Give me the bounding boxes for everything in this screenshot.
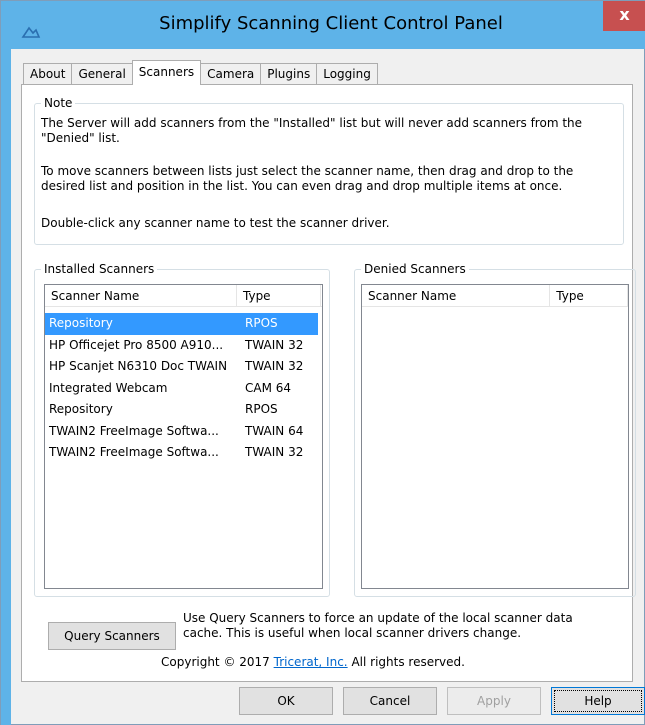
note-text-1: The Server will add scanners from the "I… [41, 116, 583, 145]
denied-scanners-list[interactable]: Scanner Name Type [361, 284, 629, 589]
scanner-name-cell: Integrated Webcam [49, 380, 168, 395]
help-button-label: Help [584, 694, 612, 708]
installed-row[interactable]: Repository RPOS [45, 313, 318, 335]
help-button[interactable]: Help [551, 687, 645, 715]
note-text-2: To move scanners between lists just sele… [41, 164, 574, 193]
apply-button[interactable]: Apply [447, 687, 541, 715]
title-bar[interactable]: Simplify Scanning Client Control Panel x [1, 1, 645, 49]
scanner-type-cell: TWAIN 32 [245, 445, 304, 459]
scanner-name-cell: TWAIN2 FreeImage Softwa... [49, 445, 219, 459]
tab-about[interactable]: About [23, 63, 73, 85]
window-title: Simplify Scanning Client Control Panel [159, 13, 503, 34]
installed-list-header: Scanner Name Type [45, 285, 322, 307]
copyright-text: Copyright © 2017 Tricerat, Inc. All righ… [161, 655, 581, 669]
installed-col-scanner-name[interactable]: Scanner Name [45, 285, 237, 307]
installed-row[interactable]: TWAIN2 FreeImage Softwa... TWAIN 64 [45, 421, 322, 443]
tab-bar: About General Scanners Camera Plugins Lo… [23, 60, 378, 85]
tab-plugins[interactable]: Plugins [260, 63, 318, 85]
installed-col-type[interactable]: Type [237, 285, 321, 307]
denied-scanners-group: Denied Scanners Scanner Name Type [354, 262, 636, 597]
control-panel-window: Simplify Scanning Client Control Panel x… [0, 0, 645, 725]
scanners-tab-panel: Note The Server will add scanners from t… [21, 84, 636, 682]
installed-row[interactable]: Repository RPOS [45, 399, 322, 421]
note-group: Note The Server will add scanners from t… [34, 96, 624, 245]
tab-logging[interactable]: Logging [316, 63, 378, 85]
scanner-type-cell: TWAIN 64 [245, 423, 304, 438]
scanner-name-cell: TWAIN2 FreeImage Softwa... [49, 423, 219, 438]
scanner-name-cell: HP Officejet Pro 8500 A910... [49, 337, 224, 352]
installed-scanners-list[interactable]: Scanner Name Type Repository RPOS HP Off… [44, 284, 323, 589]
installed-row[interactable]: HP Officejet Pro 8500 A910... TWAIN 32 [45, 335, 322, 357]
note-title: Note [41, 96, 76, 110]
note-text-3: Double-click any scanner name to test th… [41, 216, 390, 230]
installed-row[interactable]: HP Scanjet N6310 Doc TWAIN TWAIN 32 [45, 356, 322, 378]
installed-row[interactable]: Integrated Webcam CAM 64 [45, 378, 322, 400]
app-icon [21, 26, 41, 38]
tab-scanners[interactable]: Scanners [131, 60, 202, 85]
denied-col-type[interactable]: Type [550, 285, 628, 307]
scanner-type-cell: RPOS [245, 316, 278, 330]
scanner-name-cell: Repository [49, 316, 113, 330]
scanner-type-cell: CAM 64 [245, 380, 292, 395]
denied-scanners-title: Denied Scanners [361, 262, 469, 276]
query-description: Use Query Scanners to force an update of… [183, 611, 573, 640]
installed-list-rows: Repository RPOS HP Officejet Pro 8500 A9… [45, 313, 322, 464]
scanner-type-cell: TWAIN 32 [245, 337, 304, 352]
window-frame [1, 49, 11, 725]
installed-scanners-group: Installed Scanners Scanner Name Type Rep… [34, 262, 330, 597]
tab-general[interactable]: General [71, 63, 133, 85]
ok-button[interactable]: OK [239, 687, 333, 715]
installed-row[interactable]: TWAIN2 FreeImage Softwa... TWAIN 32 [45, 442, 322, 464]
scanner-type-cell: TWAIN 32 [245, 359, 304, 373]
scanner-name-cell: Repository [49, 402, 113, 416]
copyright-suffix: All rights reserved. [347, 655, 465, 669]
query-scanners-button[interactable]: Query Scanners [48, 622, 176, 650]
scanner-type-cell: RPOS [245, 402, 278, 416]
close-button[interactable]: x [603, 1, 645, 31]
denied-list-header: Scanner Name Type [362, 285, 628, 307]
copyright-prefix: Copyright © 2017 [161, 655, 274, 669]
scanner-name-cell: HP Scanjet N6310 Doc TWAIN [49, 359, 228, 373]
tab-camera[interactable]: Camera [200, 63, 262, 85]
tricerat-link[interactable]: Tricerat, Inc. [274, 655, 348, 669]
installed-scanners-title: Installed Scanners [41, 262, 158, 276]
denied-col-scanner-name[interactable]: Scanner Name [362, 285, 551, 307]
cancel-button[interactable]: Cancel [343, 687, 437, 715]
